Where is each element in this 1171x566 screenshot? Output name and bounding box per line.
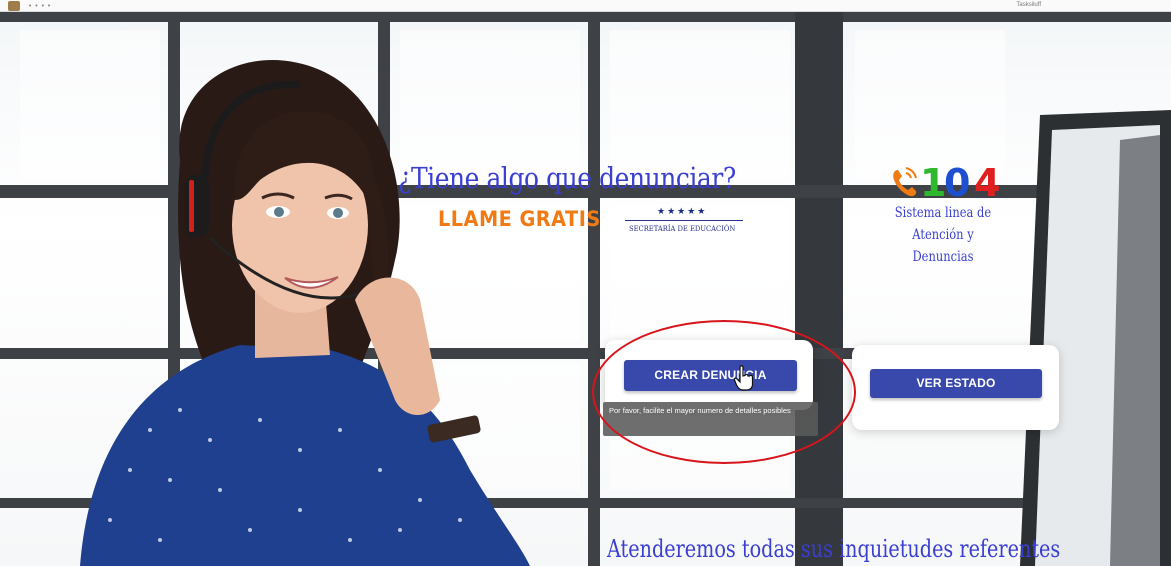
browser-strip: • • • • Tasksiluff <box>0 0 1171 12</box>
hotline-line-1: Sistema linea de <box>894 205 992 221</box>
secretaria-label: SECRETARÍA DE EDUCACIÓN <box>629 224 736 233</box>
footer-message: Atenderemos todas sus inquietudes refere… <box>607 535 1061 563</box>
window-pane <box>855 30 1005 180</box>
window-pane <box>610 30 790 180</box>
hotline-line-2: Atención y Denuncias <box>912 227 974 265</box>
corner-text: Tasksiluff <box>1016 2 1041 8</box>
monitor-photo <box>1020 110 1171 566</box>
hotline-description: Sistema linea de Atención y Denuncias <box>886 202 1001 268</box>
hotline-digit: 0 <box>944 161 970 200</box>
site-icon <box>8 1 20 11</box>
hotline-logo: 1 0 4 <box>893 161 1000 200</box>
address-text: • • • • <box>28 2 52 10</box>
page-headline: ¿Tiene algo que denunciar? <box>398 161 736 195</box>
agent-photo <box>80 60 530 566</box>
hotline-digit: 4 <box>974 161 1000 200</box>
secretaria-logo: ★★★★★ SECRETARÍA DE EDUCACIÓN <box>625 206 743 236</box>
window-frame <box>795 12 843 566</box>
view-status-button[interactable]: VER ESTADO <box>870 369 1042 398</box>
tooltip: Por favor, facilite el mayor numero de d… <box>603 402 818 436</box>
window-frame <box>588 12 600 566</box>
hand-cursor-icon <box>733 365 754 391</box>
call-free-label: LLAME GRATIS <box>438 207 601 231</box>
hotline-digit: 1 <box>920 161 946 200</box>
create-report-button[interactable]: CREAR DENUNCIA <box>624 360 797 391</box>
phone-icon <box>893 167 917 197</box>
stars-icon: ★★★★★ <box>657 206 708 216</box>
divider <box>625 220 743 221</box>
